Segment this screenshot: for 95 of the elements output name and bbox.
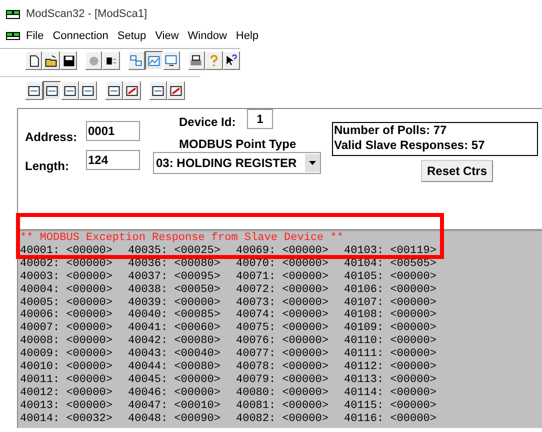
monitor-icon: [164, 54, 178, 68]
register-value: 40040: <00085>: [128, 309, 220, 322]
register-value: 40003: <00000>: [20, 270, 112, 283]
register-value: 40111: <00000>: [344, 348, 436, 360]
register-value: 40004: <00000>: [20, 284, 112, 296]
point-type-value: 03: HOLDING REGISTER: [156, 155, 298, 172]
register-value: 40078: <00000>: [236, 361, 328, 374]
register-value: 40011: <00000>: [20, 374, 112, 386]
trend-plot-icon: [169, 84, 183, 98]
register-value: 40042: <00080>: [128, 335, 220, 348]
pointer-help-icon: [224, 54, 238, 68]
register-value: 40037: <00095>: [128, 270, 220, 283]
circle-icon: [86, 54, 101, 68]
register-value: 40043: <00040>: [128, 348, 220, 360]
register-value: 40039: <00000>: [128, 296, 220, 309]
register-value: 40010: <00000>: [20, 361, 112, 374]
register-value: 40071: <00000>: [236, 270, 328, 283]
register-value: 40107: <00000>: [344, 296, 436, 309]
register-value: 40046: <00000>: [128, 386, 220, 399]
length-label: Length:: [25, 158, 69, 175]
register-value: 40012: <00000>: [20, 386, 112, 399]
register-value: 40001: <00000>: [20, 244, 112, 257]
register-value: 40014: <00032>: [20, 412, 112, 425]
register-value: 40109: <00000>: [344, 322, 436, 334]
address-field[interactable]: 0001: [86, 121, 140, 141]
toolbar-button[interactable]: [43, 81, 61, 100]
register-value: 40079: <00000>: [236, 374, 328, 386]
register-value: 40070: <00000>: [236, 258, 328, 270]
register-value: 40035: <00025>: [128, 244, 220, 257]
register-value: 40013: <00000>: [20, 400, 112, 412]
register-value: 40108: <00000>: [344, 309, 436, 322]
register-value: 40044: <00080>: [128, 361, 220, 374]
register-value: 40002: <00000>: [20, 258, 112, 270]
menu-item[interactable]: File: [26, 28, 44, 44]
register-value: 40048: <00090>: [128, 412, 220, 425]
register-value: 40081: <00000>: [236, 400, 328, 412]
register-value: 40005: <00000>: [20, 296, 112, 309]
menu-item[interactable]: View: [155, 28, 179, 44]
display-mode-icon: [27, 84, 41, 98]
reset-counters-button[interactable]: Reset Ctrs: [421, 160, 494, 182]
register-value: 40038: <00050>: [128, 284, 220, 296]
point-type-label: MODBUS Point Type: [179, 136, 296, 153]
menu-item[interactable]: Window: [188, 28, 227, 44]
register-value: 40006: <00000>: [20, 309, 112, 322]
register-value: 40077: <00000>: [236, 348, 328, 360]
register-value: 40113: <00000>: [344, 374, 436, 386]
register-value: 40041: <00060>: [128, 322, 220, 334]
app-icon: [6, 10, 20, 18]
display-mode-icon: [107, 84, 121, 98]
open-folder-icon: [44, 54, 58, 68]
register-value: 40047: <00010>: [128, 400, 220, 412]
register-value: 40073: <00000>: [236, 296, 328, 309]
menu-item[interactable]: Setup: [117, 28, 146, 44]
register-value: 40112: <00000>: [344, 361, 436, 374]
register-value: 40105: <00000>: [344, 270, 436, 283]
display-mode-icon: [63, 84, 77, 98]
register-value: 40106: <00000>: [344, 284, 436, 296]
register-value: 40082: <00000>: [236, 412, 328, 425]
register-value: 40076: <00000>: [236, 335, 328, 348]
point-type-dropdown[interactable]: 03: HOLDING REGISTER: [153, 152, 321, 174]
stats-line: Number of Polls: 77: [334, 123, 448, 138]
register-value: 40074: <00000>: [236, 309, 328, 322]
register-value: 40009: <00000>: [20, 348, 112, 360]
register-value: 40115: <00000>: [344, 400, 436, 412]
document-icon[interactable]: [6, 32, 20, 40]
register-value: 40104: <00505>: [344, 258, 436, 270]
device-id-field[interactable]: 1: [247, 109, 273, 129]
menu-item[interactable]: Help: [236, 28, 259, 44]
save-icon: [62, 54, 76, 68]
length-field[interactable]: 124: [86, 150, 140, 170]
register-value: 40069: <00000>: [236, 244, 328, 257]
register-value: 40110: <00000>: [344, 335, 436, 348]
register-value: 40116: <00000>: [344, 412, 436, 425]
address-label: Address:: [25, 129, 78, 146]
window-title: ModScan32 - [ModSca1]: [26, 6, 148, 22]
register-value: 40036: <00080>: [128, 258, 220, 270]
display-mode-icon: [81, 84, 95, 98]
device-id-label: Device Id:: [179, 114, 236, 131]
stats-line: Valid Slave Responses: 57: [334, 138, 485, 153]
register-value: 40075: <00000>: [236, 322, 328, 334]
register-value: 40072: <00000>: [236, 284, 328, 296]
chart-icon: [146, 54, 161, 68]
register-value: 40103: <00119>: [344, 244, 436, 257]
display-mode-icon: [45, 84, 59, 98]
register-value: 40080: <00000>: [236, 386, 328, 399]
printer-icon: [189, 54, 204, 68]
display-mode-icon: [151, 84, 165, 98]
register-value: 40045: <00000>: [128, 374, 220, 386]
network-icon: [129, 54, 144, 68]
menu-item[interactable]: Connection: [52, 28, 108, 44]
register-value: 40114: <00000>: [344, 386, 436, 399]
trend-plot-icon: [125, 84, 139, 98]
register-value: 40007: <00000>: [20, 322, 112, 334]
exception-message: ** MODBUS Exception Response from Slave Device **: [20, 232, 344, 245]
register-value: 40008: <00000>: [20, 335, 112, 348]
